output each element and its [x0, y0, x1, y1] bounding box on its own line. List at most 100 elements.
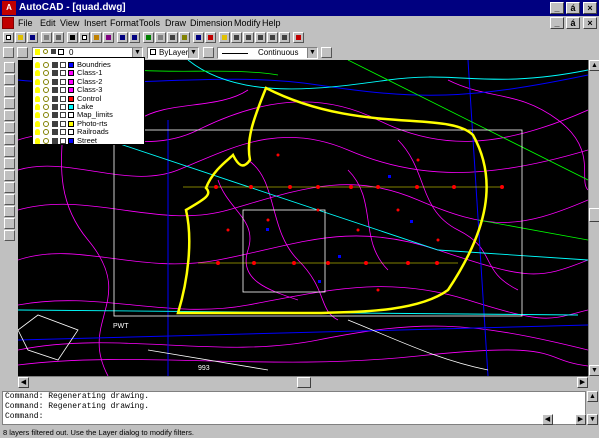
lock-icon[interactable] — [52, 129, 58, 136]
scroll-up-button[interactable]: ▲ — [589, 60, 599, 71]
scroll-down-button[interactable]: ▼ — [589, 365, 599, 376]
lock-icon[interactable] — [52, 87, 58, 94]
rectangle-icon[interactable] — [4, 110, 15, 121]
menu-modify[interactable]: Modify — [234, 17, 261, 30]
arc-icon[interactable] — [4, 122, 15, 133]
plot-icon[interactable] — [60, 62, 66, 68]
zoom-previous-icon[interactable] — [255, 32, 266, 43]
menu-insert[interactable]: Insert — [84, 17, 107, 30]
lightbulb-icon[interactable] — [35, 95, 40, 102]
document-icon[interactable] — [2, 17, 14, 29]
cut-icon[interactable] — [67, 32, 78, 43]
freeze-icon[interactable] — [43, 70, 49, 77]
copy-icon[interactable] — [79, 32, 90, 43]
close-button[interactable]: × — [583, 2, 597, 14]
lock-icon[interactable] — [52, 70, 58, 77]
circle-icon[interactable] — [4, 134, 15, 145]
layers-icon[interactable] — [3, 47, 14, 58]
open-icon[interactable] — [15, 32, 26, 43]
zoom-realtime-icon[interactable] — [231, 32, 242, 43]
make-current-icon[interactable] — [17, 47, 28, 58]
layer-item[interactable]: Railroads — [35, 128, 143, 136]
zoom-window-icon[interactable] — [243, 32, 254, 43]
menu-tools[interactable]: Tools — [139, 17, 160, 30]
plot-icon[interactable] — [60, 78, 66, 85]
freeze-icon[interactable] — [43, 87, 49, 94]
scroll-left-button[interactable]: ◀ — [18, 377, 29, 388]
zoom-extents-icon[interactable] — [267, 32, 278, 43]
color-dropdown[interactable]: ByLayer ▼ — [147, 47, 199, 59]
doc-restore-button[interactable]: á — [566, 17, 580, 29]
tracking-icon[interactable] — [155, 32, 166, 43]
horizontal-scroll-thumb[interactable] — [297, 377, 311, 388]
command-scroll-up-button[interactable]: ▲ — [587, 391, 598, 402]
redo-icon[interactable] — [129, 32, 140, 43]
doc-close-button[interactable]: × — [583, 17, 597, 29]
command-scroll-down-button[interactable]: ▼ — [587, 414, 598, 425]
lock-icon[interactable] — [52, 62, 58, 68]
linetype-icon[interactable] — [203, 47, 214, 58]
multiline-text-icon[interactable] — [4, 230, 15, 241]
linetype-dropdown[interactable]: Continuous ▼ — [217, 47, 318, 59]
plot-icon[interactable] — [60, 87, 66, 94]
polygon-icon[interactable] — [4, 98, 15, 109]
match-properties-icon[interactable] — [103, 32, 114, 43]
construction-line-icon[interactable] — [4, 74, 15, 85]
paste-icon[interactable] — [91, 32, 102, 43]
plot-icon[interactable] — [60, 95, 66, 102]
line-icon[interactable] — [4, 62, 15, 73]
doc-minimize-button[interactable]: _ — [550, 17, 564, 29]
freeze-icon[interactable] — [43, 112, 49, 119]
lightbulb-icon[interactable] — [35, 70, 40, 77]
freeze-icon[interactable] — [43, 62, 49, 68]
lock-icon[interactable] — [52, 104, 58, 110]
plot-icon[interactable] — [60, 104, 66, 110]
ucs-icon[interactable] — [179, 32, 190, 43]
lock-icon[interactable] — [52, 120, 58, 127]
launch-browser-icon[interactable] — [143, 32, 154, 43]
freeze-icon[interactable] — [43, 95, 49, 102]
lightbulb-icon[interactable] — [35, 129, 40, 136]
insert-block-icon[interactable] — [4, 170, 15, 181]
command-history[interactable]: Command: Regenerating drawing. Command: … — [2, 391, 586, 425]
print-preview-icon[interactable] — [53, 32, 64, 43]
lightbulb-icon[interactable] — [35, 112, 40, 119]
redraw-icon[interactable] — [279, 32, 290, 43]
lock-icon[interactable] — [52, 95, 58, 102]
menu-draw[interactable]: Draw — [165, 17, 186, 30]
distance-icon[interactable] — [193, 32, 204, 43]
lightbulb-icon[interactable] — [35, 62, 40, 68]
lightbulb-icon[interactable] — [35, 78, 40, 85]
undo-icon[interactable] — [117, 32, 128, 43]
freeze-icon[interactable] — [43, 104, 49, 110]
freeze-icon[interactable] — [43, 137, 49, 144]
command-scroll-right-button[interactable]: ▶ — [575, 414, 586, 425]
menu-view[interactable]: View — [60, 17, 79, 30]
save-icon[interactable] — [27, 32, 38, 43]
menu-file[interactable]: File — [18, 17, 33, 30]
lock-icon[interactable] — [52, 137, 58, 144]
freeze-icon[interactable] — [43, 129, 49, 136]
freeze-icon[interactable] — [43, 78, 49, 85]
snap-icon[interactable] — [167, 32, 178, 43]
menu-dimension[interactable]: Dimension — [190, 17, 233, 30]
minimize-button[interactable]: _ — [550, 2, 564, 14]
vertical-scrollbar[interactable]: ▲ ▼ — [588, 60, 599, 376]
scroll-right-button[interactable]: ▶ — [577, 377, 588, 388]
print-icon[interactable] — [41, 32, 52, 43]
layer-item[interactable]: Street — [35, 136, 143, 145]
lightbulb-icon[interactable] — [35, 120, 40, 127]
help-icon[interactable] — [293, 32, 304, 43]
lock-icon[interactable] — [52, 112, 58, 119]
region-icon[interactable] — [4, 218, 15, 229]
menu-edit[interactable]: Edit — [40, 17, 56, 30]
layer-item[interactable]: Class-3 — [35, 86, 143, 94]
lock-icon[interactable] — [52, 78, 58, 85]
lightbulb-icon[interactable] — [35, 104, 40, 110]
plot-icon[interactable] — [60, 70, 66, 77]
object-properties-icon[interactable] — [321, 47, 332, 58]
plot-icon[interactable] — [60, 112, 66, 119]
properties-icon[interactable] — [205, 32, 216, 43]
plot-icon[interactable] — [60, 129, 66, 136]
restore-button[interactable]: á — [566, 2, 580, 14]
